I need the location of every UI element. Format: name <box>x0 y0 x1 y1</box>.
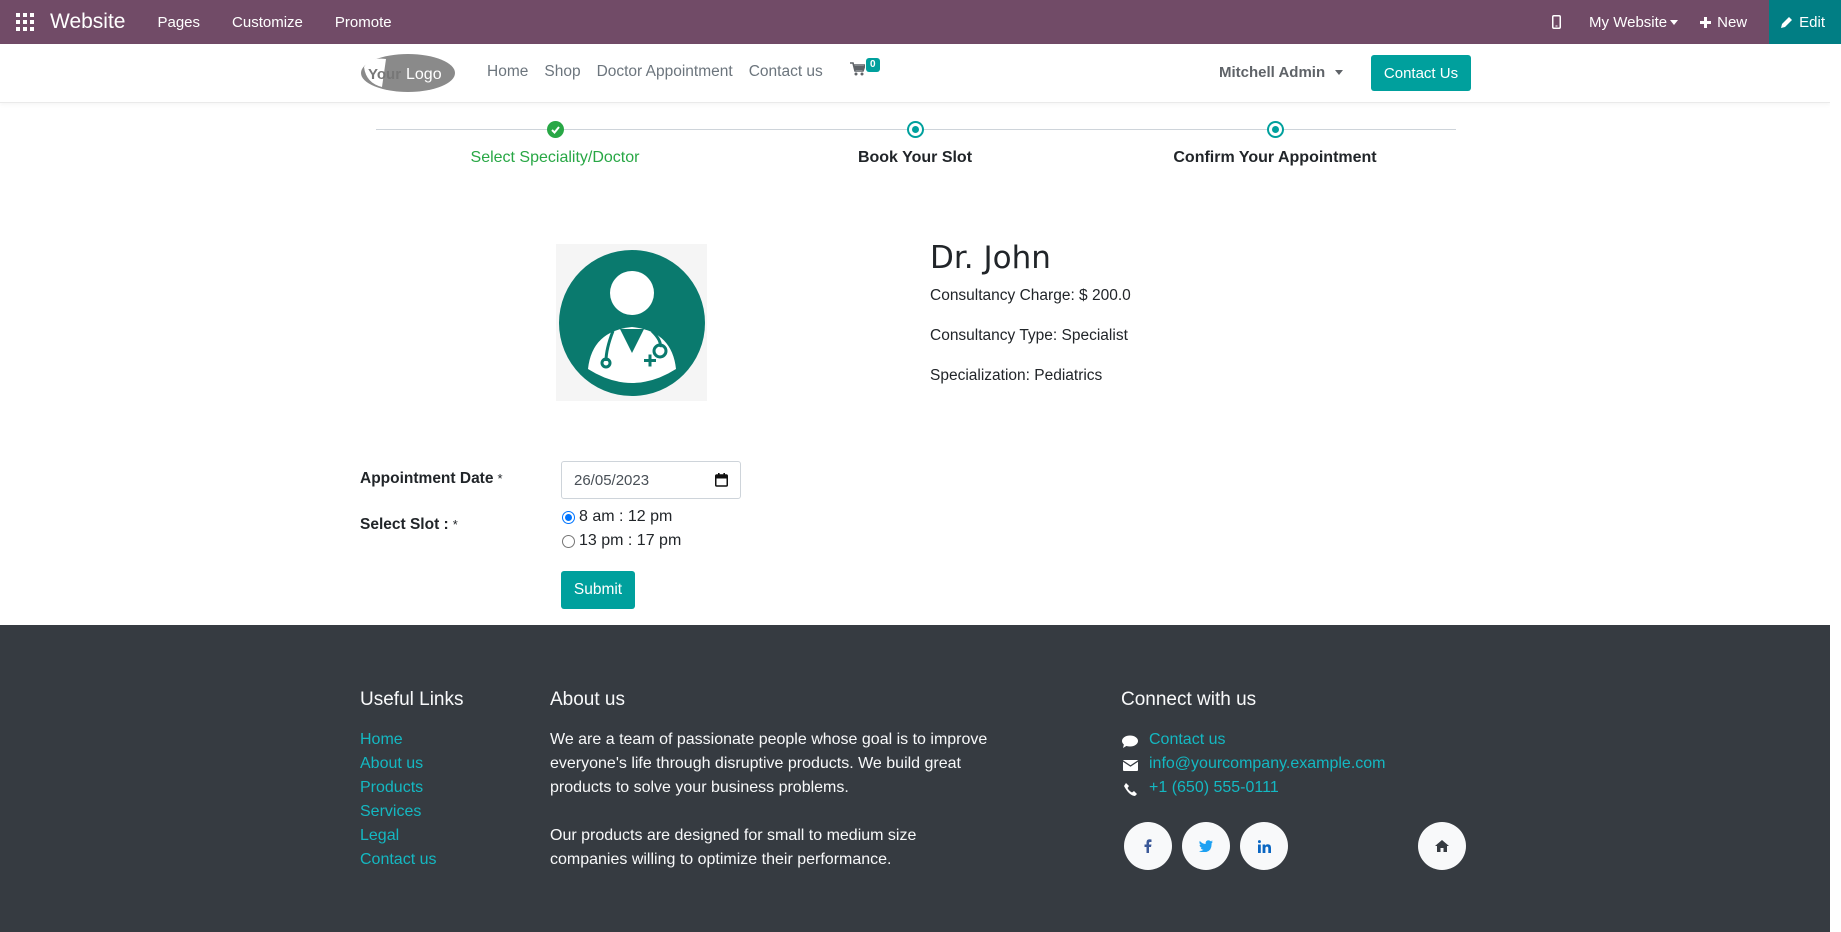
caret-down-icon <box>1670 19 1679 25</box>
contact-us-button[interactable]: Contact Us <box>1371 55 1471 91</box>
required-mark: * <box>497 471 503 486</box>
site-footer: Useful Links Home About us Products Serv… <box>0 625 1830 932</box>
comment-icon <box>1121 732 1139 750</box>
apps-menu-icon[interactable] <box>0 0 50 44</box>
site-header: Your Logo Home Shop Doctor Appointment C… <box>0 44 1830 103</box>
connect-contact-link[interactable]: Contact us <box>1149 731 1225 749</box>
footer-link-contact[interactable]: Contact us <box>360 851 436 869</box>
caret-down-icon <box>1335 70 1344 75</box>
step-1-check-icon <box>547 121 564 138</box>
about-line: Our products are designed for small to m… <box>550 827 917 844</box>
select-slot-label-text: Select Slot : <box>360 516 449 533</box>
site-logo[interactable]: Your Logo <box>360 53 456 93</box>
nav-shop[interactable]: Shop <box>544 63 580 81</box>
doctor-avatar <box>556 244 707 401</box>
step-2-dot-icon <box>907 121 924 138</box>
step-1-label[interactable]: Select Speciality/Doctor <box>425 149 685 167</box>
footer-link-home[interactable]: Home <box>360 731 403 749</box>
main-nav: Home Shop Doctor Appointment Contact us <box>487 63 839 81</box>
plus-icon <box>1700 16 1712 28</box>
slot-option-2-label: 13 pm : 17 pm <box>579 532 682 549</box>
connect-phone-link[interactable]: +1 (650) 555-0111 <box>1149 779 1279 797</box>
doctor-name: Dr. John <box>930 240 1051 276</box>
appointment-date-label: Appointment Date * <box>360 470 503 488</box>
consultancy-type: Consultancy Type: Specialist <box>930 327 1128 344</box>
nav-home[interactable]: Home <box>487 63 528 81</box>
about-paragraph-1: We are a team of passionate people whose… <box>550 728 987 800</box>
submit-button[interactable]: Submit <box>561 571 635 609</box>
slot-radio-2[interactable] <box>562 534 575 548</box>
edit-button[interactable]: Edit <box>1769 0 1841 44</box>
about-paragraph-2: Our products are designed for small to m… <box>550 824 916 872</box>
menu-promote[interactable]: Promote <box>335 14 392 31</box>
twitter-icon[interactable] <box>1182 822 1230 870</box>
useful-links-title: Useful Links <box>360 689 464 710</box>
admin-navbar: Website Pages Customize Promote My Websi… <box>0 0 1841 44</box>
footer-link-services[interactable]: Services <box>360 803 421 821</box>
slot-option-2[interactable]: 13 pm : 17 pm <box>562 532 681 550</box>
consultancy-charge: Consultancy Charge: $ 200.0 <box>930 287 1131 304</box>
nav-contact-us[interactable]: Contact us <box>749 63 823 81</box>
svg-text:Your: Your <box>368 66 401 83</box>
svg-text:Logo: Logo <box>406 66 442 83</box>
about-title: About us <box>550 689 625 710</box>
home-icon[interactable] <box>1418 822 1466 870</box>
slot-option-1-label: 8 am : 12 pm <box>579 508 673 525</box>
step-3-label: Confirm Your Appointment <box>1173 149 1377 166</box>
about-line: We are a team of passionate people whose… <box>550 731 988 748</box>
cart-link[interactable]: 0 <box>850 58 880 76</box>
scrollbar[interactable] <box>1830 44 1841 932</box>
phone-icon <box>1121 780 1139 798</box>
about-line: products to solve your business problems… <box>550 779 849 796</box>
about-line: companies willing to optimize their perf… <box>550 851 892 868</box>
menu-pages[interactable]: Pages <box>157 14 200 31</box>
cart-count-badge: 0 <box>866 58 880 72</box>
pencil-icon <box>1781 17 1793 28</box>
edit-label: Edit <box>1799 13 1825 31</box>
mobile-icon <box>1552 15 1562 29</box>
linkedin-icon[interactable] <box>1240 822 1288 870</box>
calendar-icon[interactable] <box>715 473 728 487</box>
website-selector-label: My Website <box>1589 13 1668 31</box>
footer-link-legal[interactable]: Legal <box>360 827 399 845</box>
slot-radio-1[interactable] <box>562 510 575 524</box>
nav-doctor-appointment[interactable]: Doctor Appointment <box>597 63 733 81</box>
footer-link-about[interactable]: About us <box>360 755 423 773</box>
step-2-label: Book Your Slot <box>857 149 973 166</box>
mobile-preview-button[interactable] <box>1552 15 1567 29</box>
specialization: Specialization: Pediatrics <box>930 367 1103 384</box>
envelope-icon <box>1121 756 1139 774</box>
menu-customize[interactable]: Customize <box>232 14 303 31</box>
new-label: New <box>1717 13 1748 31</box>
connect-email-link[interactable]: info@yourcompany.example.com <box>1149 755 1386 773</box>
appointment-date-input[interactable]: 26/05/2023 <box>561 461 741 499</box>
date-value: 26/05/2023 <box>574 471 650 489</box>
website-selector[interactable]: My Website <box>1589 13 1679 31</box>
app-title[interactable]: Website <box>50 10 125 34</box>
about-line: everyone's life through disruptive produ… <box>550 755 961 772</box>
required-mark: * <box>452 517 458 532</box>
user-name: Mitchell Admin <box>1219 64 1326 81</box>
facebook-icon[interactable] <box>1124 822 1172 870</box>
select-slot-label: Select Slot : * <box>360 516 458 534</box>
appointment-date-label-text: Appointment Date <box>360 470 494 487</box>
new-button[interactable]: New <box>1700 14 1747 31</box>
user-menu[interactable]: Mitchell Admin <box>1219 64 1344 81</box>
slot-option-1[interactable]: 8 am : 12 pm <box>562 508 672 526</box>
shopping-cart-icon <box>850 62 865 76</box>
footer-link-products[interactable]: Products <box>360 779 423 797</box>
connect-title: Connect with us <box>1121 689 1257 710</box>
step-3-dot-icon <box>1267 121 1284 138</box>
